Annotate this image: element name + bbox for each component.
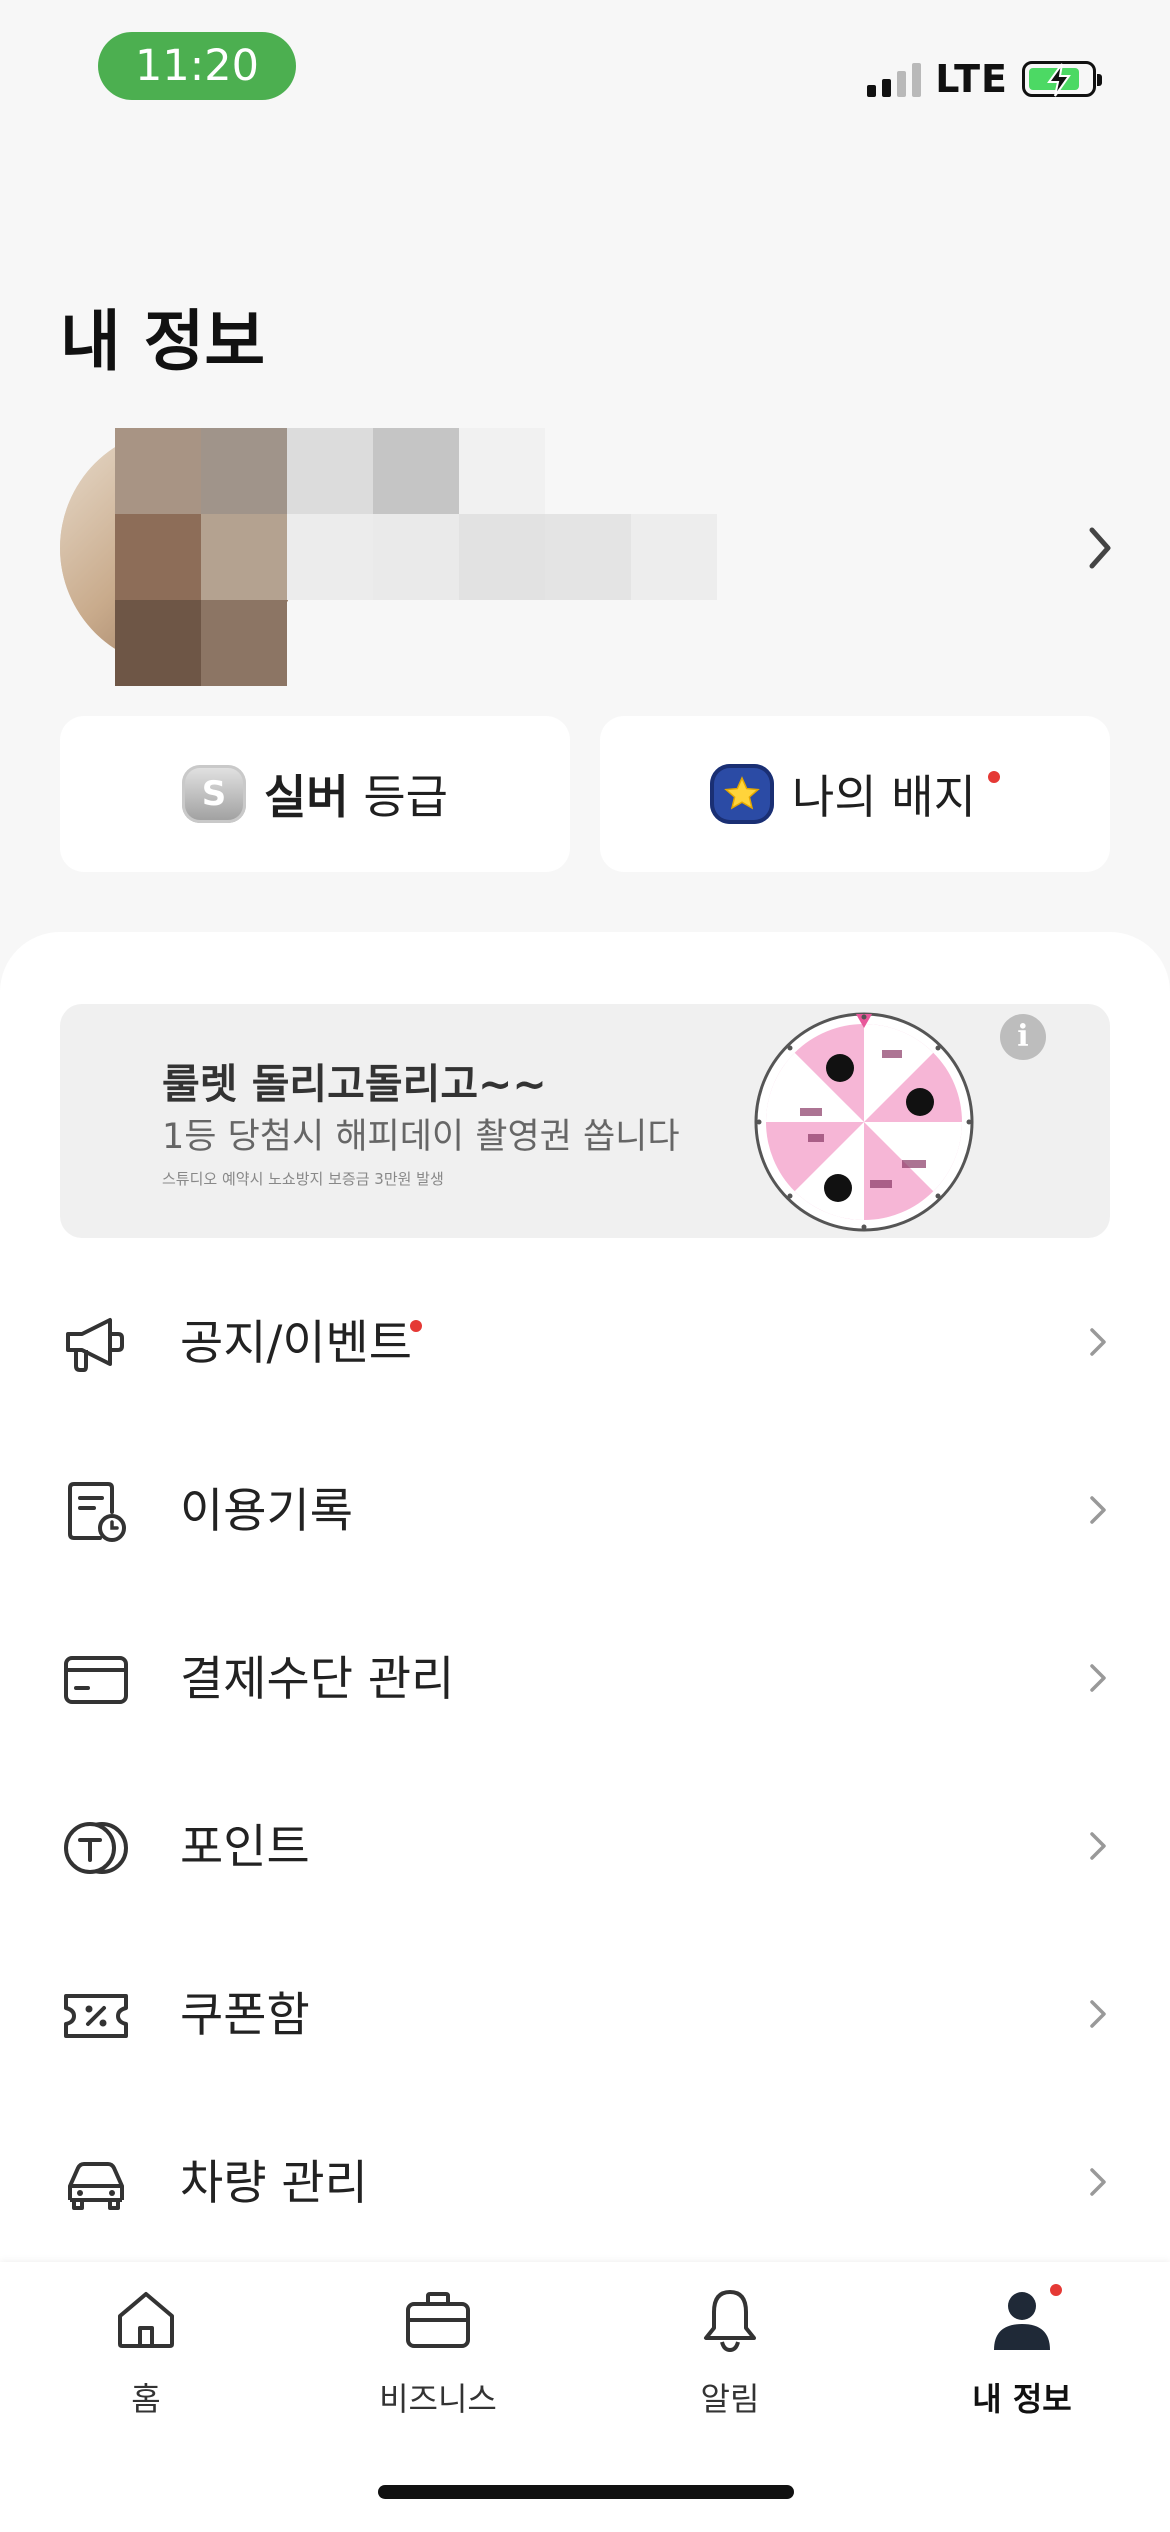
my-badge-button[interactable]: 나의 배지 xyxy=(600,716,1110,872)
grade-button[interactable]: S 실버 등급 xyxy=(60,716,570,872)
tab-label: 비즈니스 xyxy=(379,2380,497,2418)
grade-suffix: 등급 xyxy=(363,770,448,824)
chevron-right-icon xyxy=(1090,2000,1106,2028)
network-label: LTE xyxy=(935,57,1008,101)
tab-label: 내 정보 xyxy=(972,2380,1072,2418)
tab-notifications[interactable]: 알림 xyxy=(630,2284,830,2420)
chevron-right-icon xyxy=(1089,527,1111,569)
megaphone-icon xyxy=(66,1318,124,1372)
silver-grade-icon: S xyxy=(182,765,247,823)
new-dot xyxy=(410,1320,422,1332)
tab-label: 알림 xyxy=(700,2380,760,2418)
banner-subtitle: 1등 당첨시 해피데이 촬영권 쏩니다 xyxy=(162,1117,680,1157)
menu-item-usage-history[interactable]: 이용기록 xyxy=(0,1428,1170,1596)
chevron-right-icon xyxy=(1090,1664,1106,1692)
menu-label: 쿠폰함 xyxy=(180,1988,310,2043)
tab-label: 홈 xyxy=(131,2380,161,2418)
chevron-right-icon xyxy=(1090,1496,1106,1524)
chevron-right-icon xyxy=(1090,1832,1106,1860)
page-title: 내 정보 xyxy=(60,303,266,380)
person-icon xyxy=(994,2292,1050,2350)
battery-icon xyxy=(1022,61,1102,97)
profile-row[interactable] xyxy=(60,428,1120,686)
chevron-right-icon xyxy=(1090,2168,1106,2196)
menu-item-payment-methods[interactable]: 결제수단 관리 xyxy=(0,1596,1170,1764)
new-dot xyxy=(987,771,1000,783)
tab-my-info[interactable]: 내 정보 xyxy=(922,2284,1122,2420)
chevron-right-icon xyxy=(1090,1328,1106,1356)
signal-icon xyxy=(867,61,922,97)
menu-label: 이용기록 xyxy=(180,1484,353,1539)
banner-title: 룰렛 돌리고돌리고~~ xyxy=(162,1060,547,1108)
tab-home[interactable]: 홈 xyxy=(46,2284,246,2420)
home-indicator xyxy=(378,2485,794,2499)
car-icon xyxy=(68,2162,124,2210)
banner-note: 스튜디오 예약시 노쇼방지 보증금 3만원 발생 xyxy=(162,1170,444,1188)
grade-coin-letter: S xyxy=(201,774,227,814)
tab-business[interactable]: 비즈니스 xyxy=(338,2284,538,2420)
info-icon[interactable]: i xyxy=(1000,1014,1046,1060)
home-icon xyxy=(118,2292,174,2348)
profile-name-blurred xyxy=(115,428,717,686)
grade-name: 실버 xyxy=(264,770,349,824)
roulette-banner[interactable]: 룰렛 돌리고돌리고~~ 1등 당첨시 해피데이 촬영권 쏩니다 스튜디오 예약시… xyxy=(60,1004,1110,1238)
menu-label: 결제수단 관리 xyxy=(180,1652,455,1707)
menu-item-vehicle[interactable]: 차량 관리 xyxy=(0,2100,1170,2268)
menu-item-points[interactable]: 포인트 xyxy=(0,1764,1170,1932)
menu-item-coupons[interactable]: 쿠폰함 xyxy=(0,1932,1170,2100)
bell-icon xyxy=(704,2290,756,2352)
briefcase-icon xyxy=(406,2292,470,2348)
menu-item-notice-event[interactable]: 공지/이벤트 xyxy=(0,1260,1170,1428)
new-dot xyxy=(1050,2284,1062,2296)
status-time: 11:20 xyxy=(98,32,296,100)
star-badge-icon xyxy=(710,764,775,824)
my-badge-label: 나의 배지 xyxy=(792,770,976,824)
point-coin-icon xyxy=(64,1822,128,1874)
roulette-wheel-image xyxy=(754,1012,974,1232)
card-icon xyxy=(64,1656,128,1704)
receipt-clock-icon xyxy=(68,1482,126,1542)
menu-label: 공지/이벤트 xyxy=(180,1316,413,1371)
menu-label: 포인트 xyxy=(180,1820,310,1875)
coupon-icon xyxy=(64,1994,128,2038)
status-indicators: LTE xyxy=(867,56,1102,102)
menu-label: 차량 관리 xyxy=(180,2156,368,2211)
